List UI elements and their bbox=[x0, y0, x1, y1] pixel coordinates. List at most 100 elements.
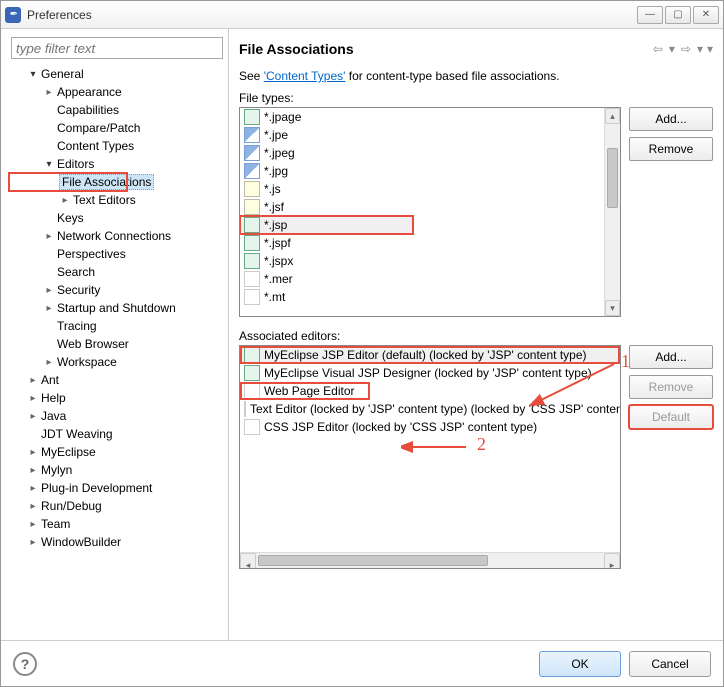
associated-editors-list[interactable]: MyEclipse JSP Editor (default) (locked b… bbox=[239, 345, 621, 569]
expand-icon[interactable]: ▸ bbox=[27, 411, 39, 422]
editors-label: Associated editors: bbox=[239, 329, 713, 343]
file-type-item[interactable]: *.jpe bbox=[240, 126, 604, 144]
scroll-thumb[interactable] bbox=[607, 148, 618, 208]
back-icon[interactable]: ⇦ bbox=[651, 42, 665, 56]
scrollbar-horizontal[interactable]: ◂ ▸ bbox=[240, 552, 620, 568]
expand-icon[interactable]: ▸ bbox=[43, 357, 55, 368]
tree-item-plugin[interactable]: ▸Plug-in Development bbox=[9, 479, 224, 497]
filter-input[interactable] bbox=[11, 37, 223, 59]
file-extension-label: *.mer bbox=[264, 272, 293, 286]
editor-item[interactable]: CSS JSP Editor (locked by 'CSS JSP' cont… bbox=[240, 418, 620, 436]
editor-item[interactable]: MyEclipse JSP Editor (default) (locked b… bbox=[240, 346, 620, 364]
tree-item-search[interactable]: Search bbox=[9, 263, 224, 281]
content-area: File Associations ⇦▾ ⇨▾ ▾ See 'Content T… bbox=[229, 29, 723, 640]
default-editor-button[interactable]: Default bbox=[629, 405, 713, 429]
tree-item-keys[interactable]: Keys bbox=[9, 209, 224, 227]
tree-item-perspectives[interactable]: Perspectives bbox=[9, 245, 224, 263]
tree-item-mylyn[interactable]: ▸Mylyn bbox=[9, 461, 224, 479]
titlebar: ✒ Preferences — ▢ ✕ bbox=[1, 1, 723, 29]
add-editor-button[interactable]: Add... bbox=[629, 345, 713, 369]
tree-item-myeclipse[interactable]: ▸MyEclipse bbox=[9, 443, 224, 461]
expand-icon[interactable]: ▸ bbox=[27, 501, 39, 512]
expand-icon[interactable]: ▾ bbox=[43, 159, 55, 170]
file-type-item[interactable]: *.jspx bbox=[240, 252, 604, 270]
scroll-up-icon[interactable]: ▴ bbox=[605, 108, 620, 124]
file-icon bbox=[244, 289, 260, 305]
expand-icon[interactable]: ▸ bbox=[27, 519, 39, 530]
maximize-button[interactable]: ▢ bbox=[665, 6, 691, 24]
editor-item[interactable]: Web Page Editor bbox=[240, 382, 620, 400]
tree-item-compare[interactable]: Compare/Patch bbox=[9, 119, 224, 137]
expand-icon[interactable]: ▸ bbox=[27, 375, 39, 386]
tree-item-startup[interactable]: ▸Startup and Shutdown bbox=[9, 299, 224, 317]
scroll-down-icon[interactable]: ▾ bbox=[605, 300, 620, 316]
scroll-left-icon[interactable]: ◂ bbox=[240, 553, 256, 569]
add-file-type-button[interactable]: Add... bbox=[629, 107, 713, 131]
expand-icon[interactable]: ▸ bbox=[43, 87, 55, 98]
expand-icon[interactable]: ▸ bbox=[43, 231, 55, 242]
tree-item-ant[interactable]: ▸Ant bbox=[9, 371, 224, 389]
file-type-item[interactable]: *.jsf bbox=[240, 198, 604, 216]
expand-icon[interactable]: ▸ bbox=[27, 537, 39, 548]
file-extension-label: *.jpg bbox=[264, 164, 288, 178]
expand-icon[interactable]: ▸ bbox=[27, 447, 39, 458]
file-types-list[interactable]: *.jpage*.jpe*.jpeg*.jpg*.js*.jsf*.jsp*.j… bbox=[239, 107, 621, 317]
file-icon bbox=[244, 127, 260, 143]
tree-item-rundebug[interactable]: ▸Run/Debug bbox=[9, 497, 224, 515]
tree-item-workspace[interactable]: ▸Workspace bbox=[9, 353, 224, 371]
forward-icon[interactable]: ⇨ bbox=[679, 42, 693, 56]
cancel-button[interactable]: Cancel bbox=[629, 651, 711, 677]
tree-item-appearance[interactable]: ▸Appearance bbox=[9, 83, 224, 101]
tree-item-java[interactable]: ▸Java bbox=[9, 407, 224, 425]
help-icon[interactable]: ? bbox=[13, 652, 37, 676]
preferences-tree[interactable]: ▾General ▸Appearance Capabilities Compar… bbox=[5, 65, 224, 634]
minimize-button[interactable]: — bbox=[637, 6, 663, 24]
expand-icon[interactable]: ▸ bbox=[27, 465, 39, 476]
remove-file-type-button[interactable]: Remove bbox=[629, 137, 713, 161]
scroll-right-icon[interactable]: ▸ bbox=[604, 553, 620, 569]
remove-editor-button[interactable]: Remove bbox=[629, 375, 713, 399]
editor-icon bbox=[244, 383, 260, 399]
tree-item-text-editors[interactable]: ▸Text Editors bbox=[9, 191, 224, 209]
expand-icon[interactable]: ▸ bbox=[59, 195, 71, 206]
content-types-link[interactable]: 'Content Types' bbox=[264, 69, 346, 83]
file-type-item[interactable]: *.mer bbox=[240, 270, 604, 288]
tree-item-capabilities[interactable]: Capabilities bbox=[9, 101, 224, 119]
close-button[interactable]: ✕ bbox=[693, 6, 719, 24]
tree-item-tracing[interactable]: Tracing bbox=[9, 317, 224, 335]
expand-icon[interactable]: ▸ bbox=[43, 303, 55, 314]
file-icon bbox=[244, 199, 260, 215]
expand-icon[interactable]: ▸ bbox=[27, 483, 39, 494]
file-type-item[interactable]: *.jsp bbox=[240, 216, 413, 234]
tree-item-editors[interactable]: ▾Editors bbox=[9, 155, 224, 173]
tree-item-help[interactable]: ▸Help bbox=[9, 389, 224, 407]
intro-text: See 'Content Types' for content-type bas… bbox=[239, 69, 713, 83]
scrollbar-vertical[interactable]: ▴ ▾ bbox=[604, 108, 620, 316]
editor-item[interactable]: MyEclipse Visual JSP Designer (locked by… bbox=[240, 364, 620, 382]
tree-item-security[interactable]: ▸Security bbox=[9, 281, 224, 299]
tree-item-windowbuilder[interactable]: ▸WindowBuilder bbox=[9, 533, 224, 551]
tree-item-web-browser[interactable]: Web Browser bbox=[9, 335, 224, 353]
file-type-item[interactable]: *.jpeg bbox=[240, 144, 604, 162]
file-type-item[interactable]: *.jpg bbox=[240, 162, 604, 180]
tree-item-network[interactable]: ▸Network Connections bbox=[9, 227, 224, 245]
expand-icon[interactable]: ▾ bbox=[27, 69, 39, 80]
sidebar: ▾General ▸Appearance Capabilities Compar… bbox=[1, 29, 229, 640]
tree-item-general[interactable]: ▾General bbox=[9, 65, 224, 83]
expand-icon[interactable]: ▸ bbox=[27, 393, 39, 404]
expand-icon[interactable]: ▸ bbox=[43, 285, 55, 296]
ok-button[interactable]: OK bbox=[539, 651, 621, 677]
editor-item[interactable]: Text Editor (locked by 'JSP' content typ… bbox=[240, 400, 620, 418]
file-type-item[interactable]: *.js bbox=[240, 180, 604, 198]
scroll-thumb[interactable] bbox=[258, 555, 488, 566]
file-type-item[interactable]: *.jpage bbox=[240, 108, 604, 126]
file-icon bbox=[244, 163, 260, 179]
tree-item-file-associations[interactable]: File Associations bbox=[9, 173, 127, 191]
file-type-item[interactable]: *.mt bbox=[240, 288, 604, 306]
tree-item-team[interactable]: ▸Team bbox=[9, 515, 224, 533]
editor-icon bbox=[244, 401, 246, 417]
tree-item-content-types[interactable]: Content Types bbox=[9, 137, 224, 155]
tree-item-jdt[interactable]: JDT Weaving bbox=[9, 425, 224, 443]
menu-icon[interactable]: ▾ bbox=[707, 42, 713, 56]
file-type-item[interactable]: *.jspf bbox=[240, 234, 604, 252]
